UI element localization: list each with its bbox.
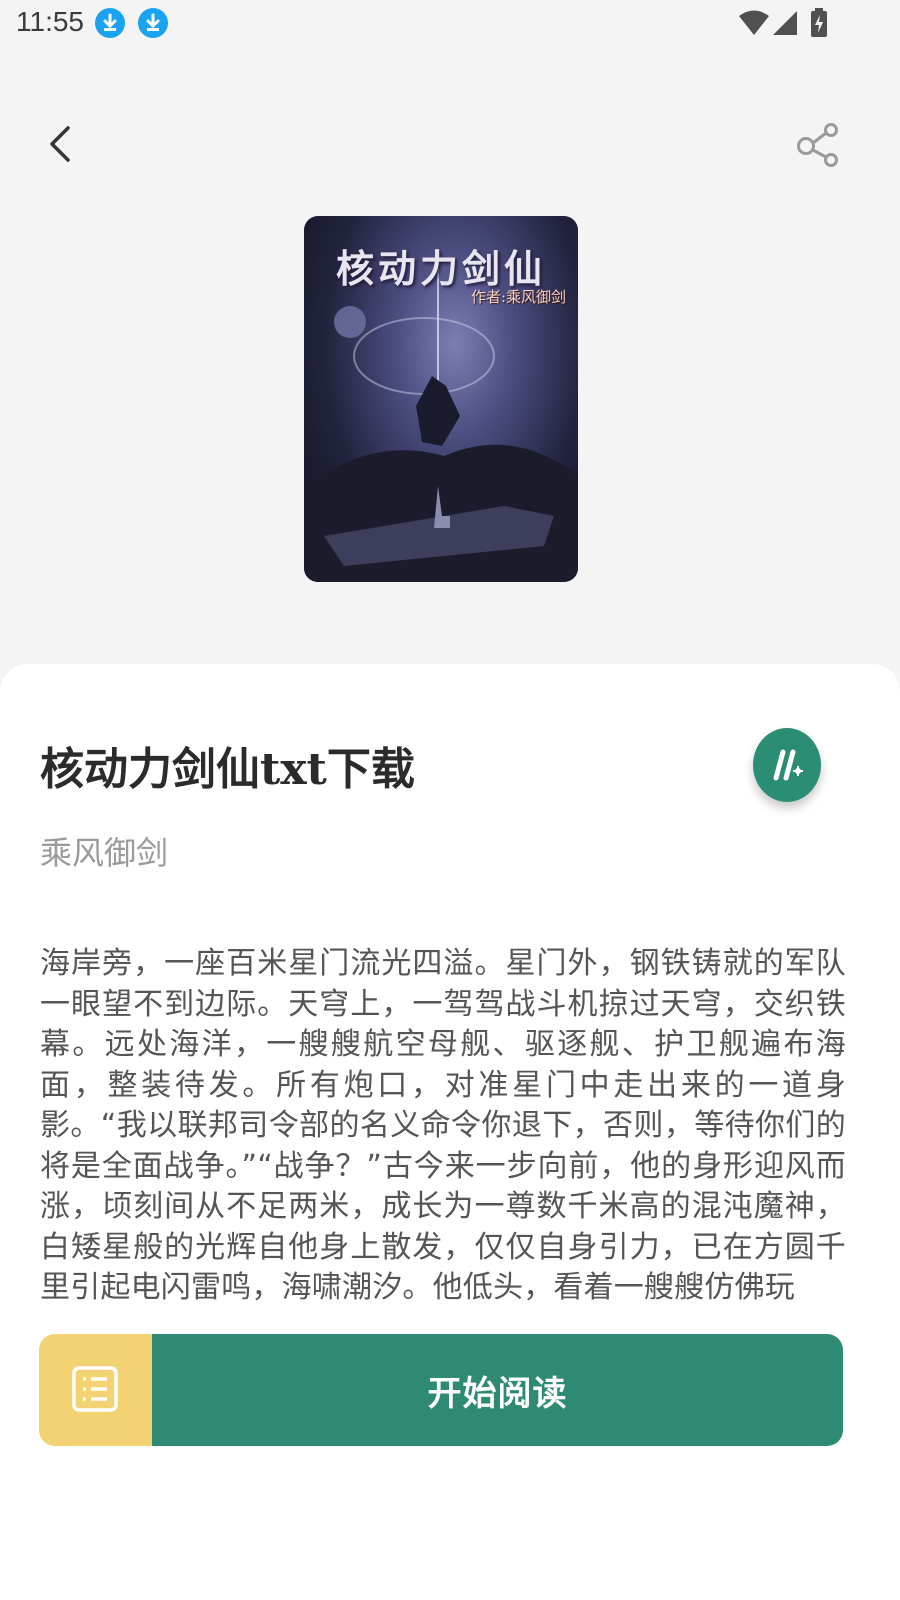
start-reading-button[interactable]: 开始阅读 [152,1334,843,1446]
status-time: 11:55 [16,6,84,37]
battery-charging-icon [811,8,827,37]
description-container[interactable]: 海岸旁，一座百米星门流光四溢。星门外，钢铁铸就的军队一眼望不到边际。天穹上，一驾… [40,944,846,1338]
bottom-action-bar: 开始阅读 [39,1334,843,1446]
share-icon[interactable] [796,122,842,170]
app-logo-icon [773,749,803,781]
book-cover: 核动力剑仙 作者:乘风御剑 [304,216,578,582]
book-author[interactable]: 乘风御剑 [40,828,168,874]
cover-author: 作者:乘风御剑 [470,288,566,306]
cover-title: 核动力剑仙 [335,246,546,291]
wifi-icon [739,10,769,35]
download-icon [95,8,125,38]
signal-icon [773,11,797,35]
list-icon [72,1366,118,1412]
book-title: 核动力剑仙txt下载 [40,744,415,795]
app-logo-button[interactable] [753,728,821,802]
download-icon [138,8,168,38]
status-bar: 11:55 [0,0,900,48]
back-button[interactable] [34,118,86,170]
book-description: 海岸旁，一座百米星门流光四溢。星门外，钢铁铸就的军队一眼望不到边际。天穹上，一驾… [40,946,846,1305]
table-of-contents-button[interactable] [39,1334,152,1446]
